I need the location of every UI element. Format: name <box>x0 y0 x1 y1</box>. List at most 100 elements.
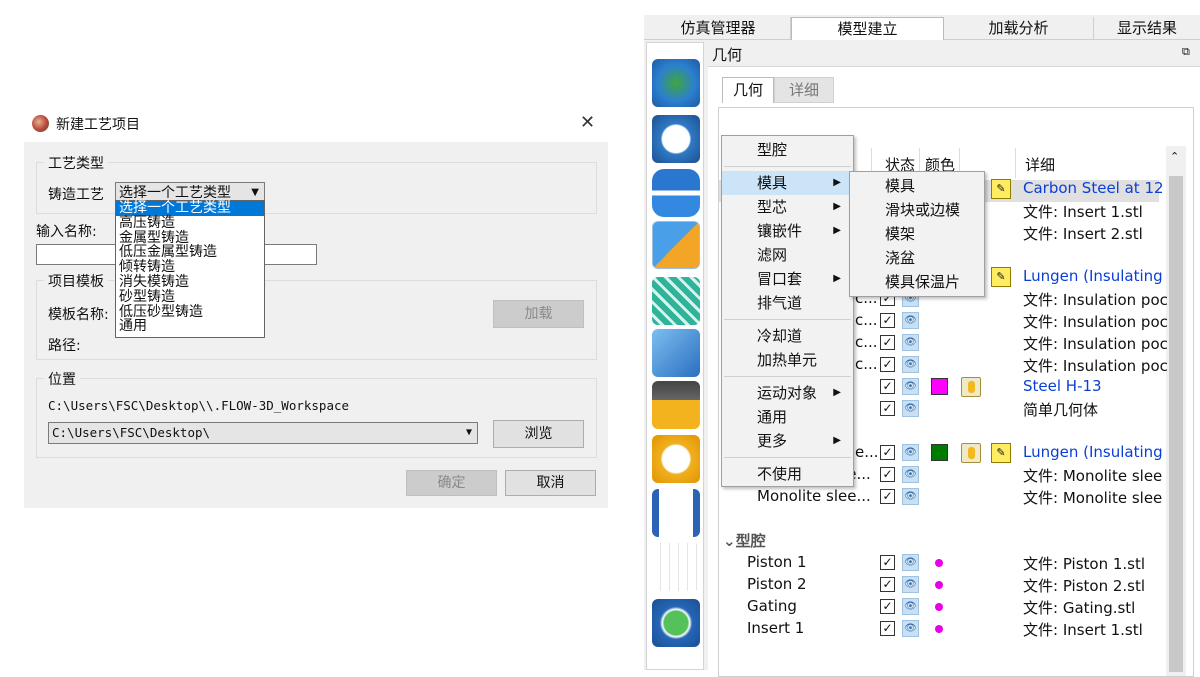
ok-button[interactable]: 确定 <box>406 470 497 496</box>
pencil-icon[interactable]: ✎ <box>991 179 1011 199</box>
submenu-slide[interactable]: 滑块或边模 <box>850 198 984 222</box>
eye-icon[interactable]: 👁 <box>902 620 919 637</box>
chevron-right-icon: ▶ <box>833 273 841 284</box>
subtab-detail[interactable]: 详细 <box>774 77 834 103</box>
menu-cooling-channel[interactable]: 冷却道 <box>722 324 853 348</box>
eye-icon[interactable]: 👁 <box>902 378 919 395</box>
checkbox[interactable]: ✓ <box>880 555 895 570</box>
tree-row[interactable]: Piston 2 ✓ 👁 文件: Piston 2.stl <box>719 574 1159 596</box>
tab-analyze[interactable]: 加载分析 <box>944 17 1094 40</box>
tab-simulation-manager[interactable]: 仿真管理器 <box>646 17 791 40</box>
pencil-icon[interactable]: ✎ <box>991 443 1011 463</box>
scrollbar[interactable]: ⌃ <box>1166 146 1186 676</box>
column-detail[interactable]: 详细 <box>1025 154 1055 175</box>
menu-insert[interactable]: 镶嵌件 ▶ <box>722 219 853 243</box>
menu-riser-sleeve[interactable]: 冒口套 ▶ <box>722 267 853 291</box>
option-permanent-mold[interactable]: 金属型铸造 <box>116 230 264 246</box>
menu-general[interactable]: 通用 <box>722 405 853 429</box>
checkbox[interactable]: ✓ <box>880 577 895 592</box>
checkbox[interactable]: ✓ <box>880 621 895 636</box>
exchange-arrows-icon[interactable] <box>652 489 700 537</box>
submenu-mold-insulation[interactable]: 模具保温片 <box>850 270 984 294</box>
geometry-icon[interactable] <box>652 221 700 269</box>
checkbox[interactable]: ✓ <box>880 489 895 504</box>
scroll-up-icon[interactable]: ⌃ <box>1170 150 1179 163</box>
eye-icon[interactable]: 👁 <box>902 598 919 615</box>
tab-display[interactable]: 显示结果 <box>1094 17 1200 40</box>
browse-button[interactable]: 浏览 <box>493 420 584 448</box>
menu-vent[interactable]: 排气道 <box>722 291 853 315</box>
menu-mold[interactable]: 模具 ▶ <box>722 171 853 195</box>
option-select[interactable]: 选择一个工艺类型 <box>116 201 264 216</box>
color-swatch[interactable] <box>931 378 948 395</box>
checkbox[interactable]: ✓ <box>880 599 895 614</box>
menu-cavity[interactable]: 型腔 <box>722 138 853 162</box>
subtab-geometry[interactable]: 几何 <box>722 77 774 103</box>
color-dot[interactable] <box>935 581 943 589</box>
menu-not-used[interactable]: 不使用 <box>722 462 853 486</box>
tree-row[interactable]: Insert 1 ✓ 👁 文件: Insert 1.stl <box>719 618 1159 640</box>
tree-row[interactable]: Piston 1 ✓ 👁 文件: Piston 1.stl <box>719 552 1159 574</box>
tree-row[interactable]: Monolite slee... ✓ 👁 文件: Monolite slee <box>719 486 1162 508</box>
checkbox[interactable]: ✓ <box>880 401 895 416</box>
menu-filter[interactable]: 滤网 <box>722 243 853 267</box>
color-dot[interactable] <box>935 625 943 633</box>
eye-icon[interactable]: 👁 <box>902 400 919 417</box>
option-high-pressure[interactable]: 高压铸造 <box>116 215 264 231</box>
close-icon[interactable]: ✕ <box>580 112 595 133</box>
eye-icon[interactable]: 👁 <box>902 312 919 329</box>
run-play-icon[interactable] <box>652 599 700 647</box>
menu-more[interactable]: 更多 ▶ <box>722 429 853 453</box>
eye-icon[interactable]: 👁 <box>902 576 919 593</box>
load-button[interactable]: 加载 <box>493 300 584 328</box>
domain-box-icon[interactable] <box>652 329 700 377</box>
eye-icon[interactable]: 👁 <box>902 466 919 483</box>
menu-heating-element[interactable]: 加热单元 <box>722 348 853 372</box>
option-sand[interactable]: 砂型铸造 <box>116 289 264 305</box>
tab-model-setup[interactable]: 模型建立 <box>791 17 944 40</box>
pencil-icon[interactable]: ✎ <box>991 267 1011 287</box>
option-low-pressure-permanent[interactable]: 低压金属型铸造 <box>116 245 264 260</box>
color-dot[interactable] <box>935 559 943 567</box>
eye-icon[interactable]: 👁 <box>902 488 919 505</box>
checkbox[interactable]: ✓ <box>880 379 895 394</box>
checkbox[interactable]: ✓ <box>880 467 895 482</box>
option-general[interactable]: 通用 <box>116 319 264 334</box>
color-swatch[interactable] <box>931 444 948 461</box>
submenu-mold[interactable]: 模具 <box>850 174 984 198</box>
material-icon[interactable] <box>961 377 981 397</box>
cancel-button[interactable]: 取消 <box>505 470 596 496</box>
checkbox[interactable]: ✓ <box>880 335 895 350</box>
menu-core[interactable]: 型芯 ▶ <box>722 195 853 219</box>
checkbox[interactable]: ✓ <box>880 313 895 328</box>
eye-icon[interactable]: 👁 <box>902 444 919 461</box>
undock-icon[interactable]: ⧉ <box>1182 45 1190 59</box>
menu-riser-sleeve-label: 冒口套 <box>757 270 803 288</box>
eye-icon[interactable]: 👁 <box>902 554 919 571</box>
checkbox[interactable]: ✓ <box>880 357 895 372</box>
stopwatch-icon[interactable] <box>652 115 700 163</box>
option-lost-foam[interactable]: 消失模铸造 <box>116 275 264 290</box>
probe-graph-icon[interactable] <box>652 543 700 591</box>
mesh-icon[interactable] <box>652 277 700 325</box>
menu-moving-object[interactable]: 运动对象 ▶ <box>722 381 853 405</box>
material-icon[interactable] <box>961 443 981 463</box>
eye-icon[interactable]: 👁 <box>902 356 919 373</box>
submenu-pouring-basin[interactable]: 浇盆 <box>850 246 984 270</box>
option-low-pressure-sand[interactable]: 低压砂型铸造 <box>116 304 264 320</box>
scrollbar-thumb[interactable] <box>1169 176 1183 672</box>
gauge-icon[interactable] <box>652 435 700 483</box>
globe-settings-icon[interactable] <box>652 59 700 107</box>
color-dot[interactable] <box>935 603 943 611</box>
group-row-cavity[interactable]: ⌄型腔 <box>723 530 766 552</box>
tree-row[interactable]: Gating ✓ 👁 文件: Gating.stl <box>719 596 1159 618</box>
ladle-pour-icon[interactable] <box>652 381 700 429</box>
option-tilt[interactable]: 倾转铸造 <box>116 260 264 275</box>
location-select[interactable]: C:\Users\FSC\Desktop\ ▼ <box>48 422 478 444</box>
template-name-label: 模板名称: <box>48 307 109 323</box>
eye-icon[interactable]: 👁 <box>902 334 919 351</box>
toggle-icon[interactable] <box>652 169 700 217</box>
checkbox[interactable]: ✓ <box>880 445 895 460</box>
submenu-die-frame[interactable]: 模架 <box>850 222 984 246</box>
main-tabs: 仿真管理器 模型建立 加载分析 显示结果 <box>644 15 1200 40</box>
